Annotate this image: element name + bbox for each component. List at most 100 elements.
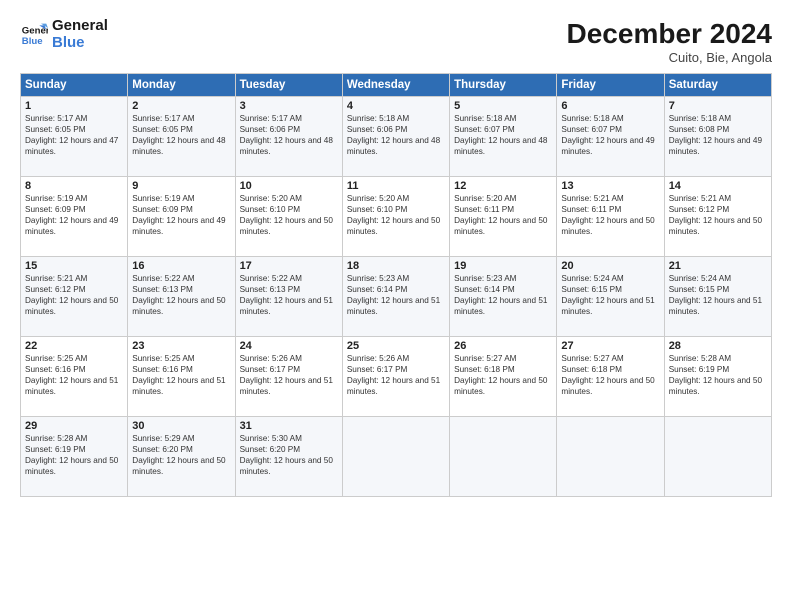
day-number: 8 [25,180,123,192]
day-info: Sunrise: 5:29 AM Sunset: 6:20 PM Dayligh… [132,433,230,477]
calendar-cell: 10Sunrise: 5:20 AM Sunset: 6:10 PM Dayli… [235,177,342,257]
day-info: Sunrise: 5:28 AM Sunset: 6:19 PM Dayligh… [25,433,123,477]
weekday-header-sunday: Sunday [21,74,128,97]
calendar: SundayMondayTuesdayWednesdayThursdayFrid… [20,73,772,497]
day-number: 29 [25,420,123,432]
day-number: 14 [669,180,767,192]
calendar-cell: 9Sunrise: 5:19 AM Sunset: 6:09 PM Daylig… [128,177,235,257]
calendar-cell: 29Sunrise: 5:28 AM Sunset: 6:19 PM Dayli… [21,417,128,497]
day-info: Sunrise: 5:25 AM Sunset: 6:16 PM Dayligh… [132,353,230,397]
logo-text: General Blue [52,18,108,51]
day-info: Sunrise: 5:18 AM Sunset: 6:08 PM Dayligh… [669,113,767,157]
calendar-cell: 8Sunrise: 5:19 AM Sunset: 6:09 PM Daylig… [21,177,128,257]
calendar-cell [664,417,771,497]
calendar-cell: 25Sunrise: 5:26 AM Sunset: 6:17 PM Dayli… [342,337,449,417]
calendar-cell: 11Sunrise: 5:20 AM Sunset: 6:10 PM Dayli… [342,177,449,257]
logo-line2: Blue [52,34,85,51]
day-number: 17 [240,260,338,272]
week-row-4: 22Sunrise: 5:25 AM Sunset: 6:16 PM Dayli… [21,337,772,417]
day-number: 9 [132,180,230,192]
day-info: Sunrise: 5:24 AM Sunset: 6:15 PM Dayligh… [561,273,659,317]
day-info: Sunrise: 5:28 AM Sunset: 6:19 PM Dayligh… [669,353,767,397]
svg-text:Blue: Blue [22,35,43,46]
calendar-cell: 22Sunrise: 5:25 AM Sunset: 6:16 PM Dayli… [21,337,128,417]
weekday-header-tuesday: Tuesday [235,74,342,97]
day-info: Sunrise: 5:30 AM Sunset: 6:20 PM Dayligh… [240,433,338,477]
calendar-cell: 18Sunrise: 5:23 AM Sunset: 6:14 PM Dayli… [342,257,449,337]
day-number: 16 [132,260,230,272]
calendar-cell: 6Sunrise: 5:18 AM Sunset: 6:07 PM Daylig… [557,97,664,177]
day-info: Sunrise: 5:25 AM Sunset: 6:16 PM Dayligh… [25,353,123,397]
calendar-cell: 21Sunrise: 5:24 AM Sunset: 6:15 PM Dayli… [664,257,771,337]
day-info: Sunrise: 5:23 AM Sunset: 6:14 PM Dayligh… [454,273,552,317]
weekday-header-friday: Friday [557,74,664,97]
header: General Blue General Blue December 2024 … [20,18,772,65]
day-number: 20 [561,260,659,272]
weekday-header-row: SundayMondayTuesdayWednesdayThursdayFrid… [21,74,772,97]
day-number: 28 [669,340,767,352]
day-info: Sunrise: 5:21 AM Sunset: 6:12 PM Dayligh… [25,273,123,317]
calendar-cell: 31Sunrise: 5:30 AM Sunset: 6:20 PM Dayli… [235,417,342,497]
logo: General Blue General Blue [20,18,108,51]
week-row-2: 8Sunrise: 5:19 AM Sunset: 6:09 PM Daylig… [21,177,772,257]
day-info: Sunrise: 5:18 AM Sunset: 6:07 PM Dayligh… [454,113,552,157]
calendar-cell: 2Sunrise: 5:17 AM Sunset: 6:05 PM Daylig… [128,97,235,177]
logo-line1: General [52,18,108,35]
day-info: Sunrise: 5:26 AM Sunset: 6:17 PM Dayligh… [347,353,445,397]
week-row-1: 1Sunrise: 5:17 AM Sunset: 6:05 PM Daylig… [21,97,772,177]
calendar-cell: 3Sunrise: 5:17 AM Sunset: 6:06 PM Daylig… [235,97,342,177]
day-info: Sunrise: 5:17 AM Sunset: 6:05 PM Dayligh… [25,113,123,157]
day-number: 5 [454,100,552,112]
calendar-cell: 30Sunrise: 5:29 AM Sunset: 6:20 PM Dayli… [128,417,235,497]
day-number: 22 [25,340,123,352]
day-number: 6 [561,100,659,112]
calendar-cell: 20Sunrise: 5:24 AM Sunset: 6:15 PM Dayli… [557,257,664,337]
weekday-header-thursday: Thursday [450,74,557,97]
week-row-3: 15Sunrise: 5:21 AM Sunset: 6:12 PM Dayli… [21,257,772,337]
day-info: Sunrise: 5:19 AM Sunset: 6:09 PM Dayligh… [25,193,123,237]
calendar-cell [342,417,449,497]
day-number: 1 [25,100,123,112]
day-info: Sunrise: 5:18 AM Sunset: 6:06 PM Dayligh… [347,113,445,157]
day-number: 30 [132,420,230,432]
calendar-cell: 24Sunrise: 5:26 AM Sunset: 6:17 PM Dayli… [235,337,342,417]
calendar-cell: 1Sunrise: 5:17 AM Sunset: 6:05 PM Daylig… [21,97,128,177]
day-info: Sunrise: 5:20 AM Sunset: 6:10 PM Dayligh… [240,193,338,237]
day-number: 25 [347,340,445,352]
calendar-cell: 17Sunrise: 5:22 AM Sunset: 6:13 PM Dayli… [235,257,342,337]
weekday-header-wednesday: Wednesday [342,74,449,97]
calendar-cell [450,417,557,497]
day-number: 7 [669,100,767,112]
calendar-cell: 23Sunrise: 5:25 AM Sunset: 6:16 PM Dayli… [128,337,235,417]
calendar-cell: 28Sunrise: 5:28 AM Sunset: 6:19 PM Dayli… [664,337,771,417]
day-number: 13 [561,180,659,192]
logo-icon: General Blue [20,21,48,49]
calendar-cell: 14Sunrise: 5:21 AM Sunset: 6:12 PM Dayli… [664,177,771,257]
day-number: 10 [240,180,338,192]
day-number: 11 [347,180,445,192]
page: General Blue General Blue December 2024 … [0,0,792,612]
calendar-cell: 19Sunrise: 5:23 AM Sunset: 6:14 PM Dayli… [450,257,557,337]
title-block: December 2024 Cuito, Bie, Angola [567,18,772,65]
main-title: December 2024 [567,18,772,50]
day-number: 15 [25,260,123,272]
day-info: Sunrise: 5:22 AM Sunset: 6:13 PM Dayligh… [240,273,338,317]
day-number: 24 [240,340,338,352]
day-info: Sunrise: 5:27 AM Sunset: 6:18 PM Dayligh… [454,353,552,397]
weekday-header-monday: Monday [128,74,235,97]
day-info: Sunrise: 5:21 AM Sunset: 6:11 PM Dayligh… [561,193,659,237]
calendar-cell: 7Sunrise: 5:18 AM Sunset: 6:08 PM Daylig… [664,97,771,177]
day-info: Sunrise: 5:20 AM Sunset: 6:11 PM Dayligh… [454,193,552,237]
week-row-5: 29Sunrise: 5:28 AM Sunset: 6:19 PM Dayli… [21,417,772,497]
day-info: Sunrise: 5:19 AM Sunset: 6:09 PM Dayligh… [132,193,230,237]
calendar-cell [557,417,664,497]
day-number: 12 [454,180,552,192]
day-info: Sunrise: 5:23 AM Sunset: 6:14 PM Dayligh… [347,273,445,317]
weekday-header-saturday: Saturday [664,74,771,97]
day-info: Sunrise: 5:18 AM Sunset: 6:07 PM Dayligh… [561,113,659,157]
calendar-cell: 27Sunrise: 5:27 AM Sunset: 6:18 PM Dayli… [557,337,664,417]
day-info: Sunrise: 5:26 AM Sunset: 6:17 PM Dayligh… [240,353,338,397]
day-info: Sunrise: 5:17 AM Sunset: 6:05 PM Dayligh… [132,113,230,157]
day-info: Sunrise: 5:24 AM Sunset: 6:15 PM Dayligh… [669,273,767,317]
day-info: Sunrise: 5:20 AM Sunset: 6:10 PM Dayligh… [347,193,445,237]
